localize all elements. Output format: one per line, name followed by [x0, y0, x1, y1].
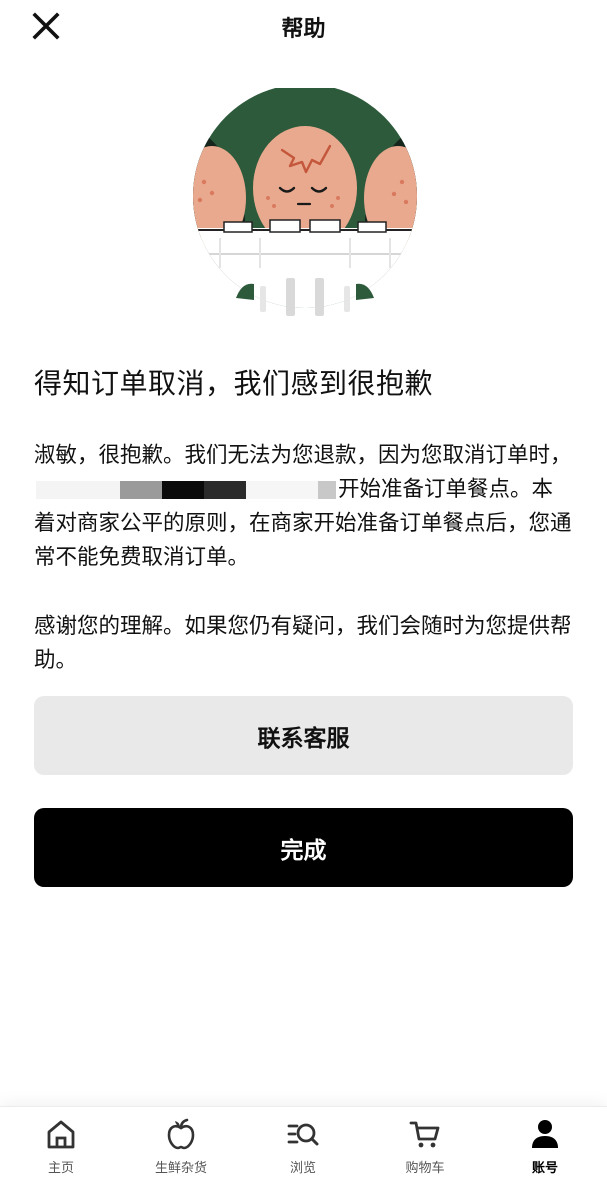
sad-egg-carton-illustration [190, 88, 420, 320]
page-title: 帮助 [281, 17, 326, 42]
refund-explanation-start: 淑敏，很抱歉。我们无法为您退款，因为您取消订单时， [34, 443, 572, 468]
tab-grocery[interactable]: 生鲜杂货 [126, 1117, 236, 1187]
browse-search-icon [287, 1123, 319, 1146]
refund-explanation: 淑敏，很抱歉。我们无法为您退款，因为您取消订单时，开始准备订单餐点。本着对商家公… [34, 439, 574, 575]
redacted-text [36, 481, 336, 499]
bottom-tab-bar: 主页 生鲜杂货 浏览 购物车 账号 [0, 1106, 607, 1200]
done-button[interactable]: 完成 [34, 808, 573, 887]
header: 帮助 [0, 0, 607, 52]
tab-grocery-label: 生鲜杂货 [154, 1161, 207, 1176]
tab-browse[interactable]: 浏览 [248, 1117, 358, 1187]
tab-home-label: 主页 [47, 1161, 74, 1176]
tab-browse-label: 浏览 [289, 1161, 316, 1176]
cart-icon [409, 1121, 440, 1148]
cancellation-headline: 得知订单取消，我们感到很抱歉 [34, 367, 434, 400]
apple-icon [167, 1118, 195, 1150]
tab-home[interactable]: 主页 [6, 1117, 116, 1187]
contact-support-button[interactable]: 联系客服 [34, 696, 573, 775]
account-icon [532, 1120, 558, 1148]
tab-cart-label: 购物车 [405, 1161, 445, 1176]
thanks-message: 感谢您的理解。如果您仍有疑问，我们会随时为您提供帮助。 [34, 614, 572, 673]
tab-account[interactable]: 账号 [490, 1117, 600, 1187]
home-icon [47, 1120, 75, 1149]
tab-account-label: 账号 [531, 1161, 558, 1176]
tab-cart[interactable]: 购物车 [370, 1117, 480, 1187]
